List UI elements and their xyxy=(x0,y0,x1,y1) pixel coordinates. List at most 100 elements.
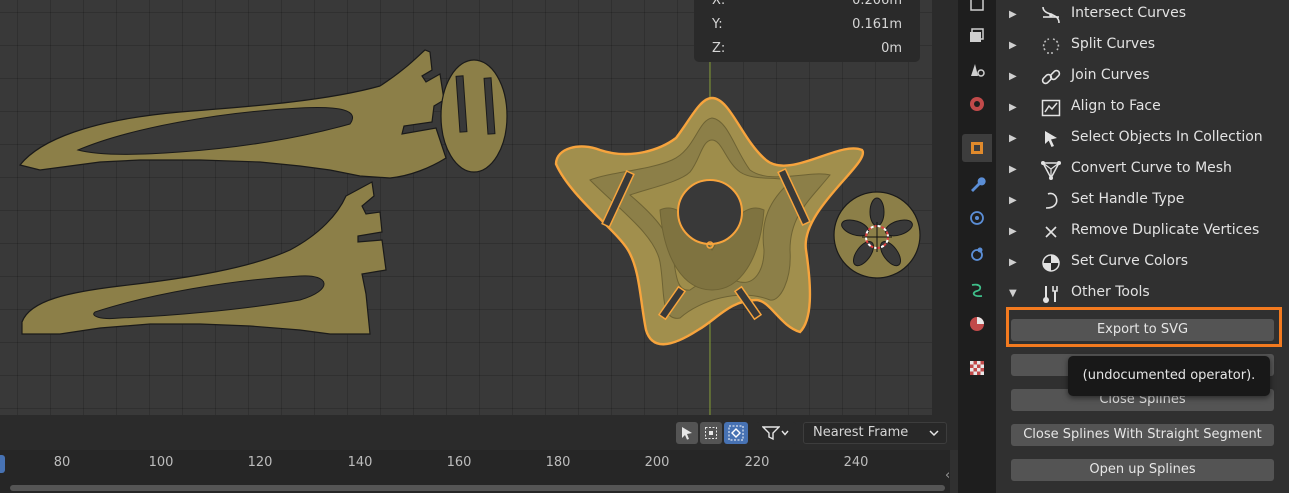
chevron-left-icon[interactable]: ‹ xyxy=(945,468,950,483)
curve-tools-panel: ▶ Intersect Curves ▶ Split Curves ▶ Join… xyxy=(996,0,1289,493)
select-keyframes-button[interactable] xyxy=(676,422,698,444)
tab-particles[interactable] xyxy=(962,204,992,232)
frame-tick: 180 xyxy=(545,455,571,470)
disclosure-triangle-icon[interactable]: ▶ xyxy=(1009,195,1017,206)
tool-label: Select Objects In Collection xyxy=(1071,129,1263,145)
frame-tick: 100 xyxy=(148,455,174,470)
properties-tab-strip xyxy=(958,0,996,493)
cursor-arrow-icon xyxy=(1045,131,1057,147)
object-icon xyxy=(971,142,983,154)
wheel-object[interactable] xyxy=(833,191,921,279)
playhead[interactable] xyxy=(0,455,5,473)
disclosure-triangle-icon[interactable]: ▶ xyxy=(1009,164,1017,175)
tool-label: Set Curve Colors xyxy=(1071,253,1189,269)
tool-label: Set Handle Type xyxy=(1071,191,1185,207)
coord-label: X: xyxy=(712,0,726,8)
box-select-button[interactable] xyxy=(700,422,722,444)
remove-duplicates-icon xyxy=(1045,226,1057,238)
frame-tick: 120 xyxy=(247,455,273,470)
tool-icon xyxy=(970,0,984,11)
tab-object[interactable] xyxy=(962,134,992,162)
tab-view-layer[interactable] xyxy=(962,56,992,84)
physics-icon xyxy=(971,247,983,261)
tool-row-select-objects-in-collection[interactable]: ▶ Select Objects In Collection xyxy=(996,123,1289,154)
tab-texture[interactable] xyxy=(962,354,992,382)
tools-icon xyxy=(1043,286,1058,303)
tool-label: Align to Face xyxy=(1071,98,1161,114)
open-up-splines-button[interactable]: Open up Splines xyxy=(1011,459,1274,481)
coord-row-y: Y: 0.161m xyxy=(694,14,920,38)
disclosure-triangle-icon[interactable]: ▶ xyxy=(1009,71,1017,82)
output-icon xyxy=(970,28,984,42)
disclosure-triangle-icon[interactable]: ▶ xyxy=(1009,226,1017,237)
selected-curve-object[interactable] xyxy=(554,96,865,346)
tab-scene[interactable] xyxy=(962,90,992,118)
keyframe-diamond-icon xyxy=(728,425,744,441)
frame-tick: 140 xyxy=(347,455,373,470)
texture-checker-icon xyxy=(970,361,984,375)
handle-type-icon xyxy=(1045,192,1058,209)
timeline-scrollbar[interactable] xyxy=(10,485,945,491)
tool-label: Remove Duplicate Vertices xyxy=(1071,222,1260,238)
coord-value-y[interactable]: 0.161m xyxy=(852,17,902,32)
tool-row-set-handle-type[interactable]: ▶ Set Handle Type xyxy=(996,185,1289,216)
tool-row-set-curve-colors[interactable]: ▶ Set Curve Colors xyxy=(996,247,1289,278)
particles-icon xyxy=(970,211,984,225)
funnel-icon xyxy=(762,426,780,441)
tab-output[interactable] xyxy=(962,22,992,50)
upper-bracket-object[interactable] xyxy=(18,49,508,179)
join-curves-icon xyxy=(1041,69,1061,85)
disclosure-triangle-icon[interactable]: ▶ xyxy=(1009,102,1017,113)
curve-data-icon xyxy=(971,283,983,298)
filter-dropdown[interactable] xyxy=(756,422,796,444)
frame-tick: 240 xyxy=(843,455,869,470)
close-splines-straight-button[interactable]: Close Splines With Straight Segment xyxy=(1011,424,1274,446)
viewport-edge xyxy=(932,0,958,415)
disclosure-triangle-icon[interactable]: ▶ xyxy=(1009,40,1017,51)
3d-viewport[interactable]: X: 0.206m Y: 0.161m Z: 0m xyxy=(0,0,932,415)
tool-row-intersect-curves[interactable]: ▶ Intersect Curves xyxy=(996,0,1289,30)
intersect-curves-icon xyxy=(1042,6,1060,24)
tab-material[interactable] xyxy=(962,310,992,338)
tab-data[interactable] xyxy=(962,276,992,304)
curve-colors-icon xyxy=(1042,254,1060,272)
disclosure-triangle-icon[interactable]: ▶ xyxy=(1009,133,1017,144)
snap-mode-value: Nearest Frame xyxy=(813,425,909,440)
box-select-icon xyxy=(705,427,717,439)
viewport-scene[interactable] xyxy=(0,0,932,415)
coord-label: Z: xyxy=(712,41,726,56)
tool-row-split-curves[interactable]: ▶ Split Curves xyxy=(996,30,1289,61)
tool-label: Intersect Curves xyxy=(1071,5,1187,21)
tool-row-align-to-face[interactable]: ▶ Align to Face xyxy=(996,92,1289,123)
coord-value-x[interactable]: 0.206m xyxy=(852,0,902,8)
tab-tool[interactable] xyxy=(962,0,992,18)
tool-label: Split Curves xyxy=(1071,36,1156,52)
chevron-down-icon xyxy=(781,430,789,436)
tool-row-join-curves[interactable]: ▶ Join Curves xyxy=(996,61,1289,92)
disclosure-triangle-icon[interactable]: ▶ xyxy=(1009,257,1017,268)
coord-label: Y: xyxy=(712,17,723,32)
tool-row-convert-curve-to-mesh[interactable]: ▶ Convert Curve to Mesh xyxy=(996,154,1289,185)
frame-tick: 80 xyxy=(53,455,71,470)
split-curves-icon xyxy=(1042,38,1060,54)
disclosure-triangle-icon[interactable]: ▶ xyxy=(1009,9,1017,20)
snap-mode-select[interactable]: Nearest Frame xyxy=(803,422,947,444)
tool-row-other-tools[interactable]: ▼ Other Tools xyxy=(996,278,1289,309)
coord-value-z[interactable]: 0m xyxy=(881,41,902,56)
highlight-box xyxy=(1006,307,1282,347)
tool-label: Join Curves xyxy=(1071,67,1150,83)
scene-icon xyxy=(970,97,984,111)
coord-row-x: X: 0.206m xyxy=(694,0,920,14)
frame-tick: 200 xyxy=(644,455,670,470)
lower-bracket-object[interactable] xyxy=(21,181,387,335)
wrench-icon xyxy=(971,177,986,192)
frame-tick: 220 xyxy=(744,455,770,470)
tweak-select-button[interactable] xyxy=(724,422,748,444)
cursor-arrow-icon xyxy=(682,427,692,440)
tool-row-remove-duplicate-vertices[interactable]: ▶ Remove Duplicate Vertices xyxy=(996,216,1289,247)
disclosure-triangle-expanded-icon[interactable]: ▼ xyxy=(1009,288,1017,299)
operator-tooltip: (undocumented operator). xyxy=(1068,356,1270,396)
tab-modifiers[interactable] xyxy=(962,170,992,198)
tool-label: Convert Curve to Mesh xyxy=(1071,160,1232,176)
tab-physics[interactable] xyxy=(962,240,992,268)
